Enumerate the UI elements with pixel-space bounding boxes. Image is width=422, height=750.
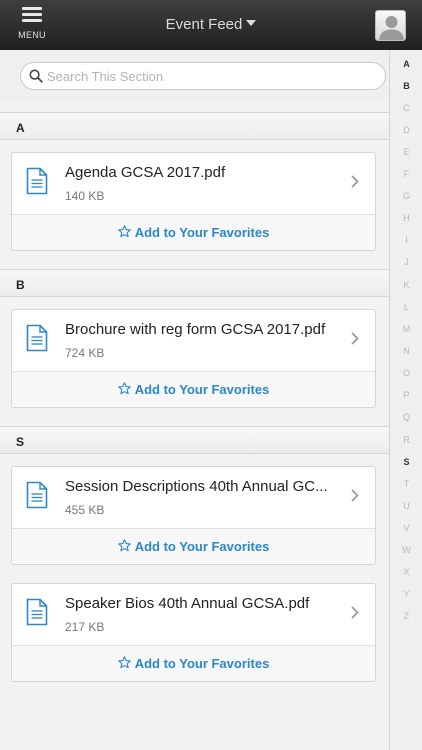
star-outline-icon: [117, 656, 131, 669]
file-row[interactable]: Session Descriptions 40th Annual GC... 4…: [12, 467, 375, 528]
search-area: [0, 50, 389, 100]
index-letter-w[interactable]: W: [390, 545, 422, 555]
index-letter-u[interactable]: U: [390, 501, 422, 511]
section-header-b: B: [0, 269, 389, 297]
file-name: Session Descriptions 40th Annual GC...: [65, 478, 328, 495]
chevron-right-icon: [351, 332, 359, 345]
index-letter-e[interactable]: E: [390, 147, 422, 157]
index-letter-z[interactable]: Z: [390, 611, 422, 621]
add-to-favorites-button[interactable]: Add to Your Favorites: [12, 645, 375, 681]
document-icon: [26, 481, 48, 509]
file-size: 140 KB: [65, 189, 105, 203]
index-letter-c[interactable]: C: [390, 103, 422, 113]
section-header-s: S: [0, 426, 389, 454]
index-letter-m[interactable]: M: [390, 324, 422, 334]
index-letter-y[interactable]: Y: [390, 589, 422, 599]
page-title: Event Feed: [165, 16, 243, 33]
index-letter-l[interactable]: L: [390, 302, 422, 312]
index-letter-d[interactable]: D: [390, 125, 422, 135]
section-header-a: A: [0, 112, 389, 140]
index-letter-n[interactable]: N: [390, 346, 422, 356]
add-to-favorites-label: Add to Your Favorites: [134, 656, 270, 671]
file-size: 455 KB: [65, 503, 105, 517]
add-to-favorites-button[interactable]: Add to Your Favorites: [12, 371, 375, 407]
file-name: Agenda GCSA 2017.pdf: [65, 164, 226, 181]
index-letter-o[interactable]: O: [390, 368, 422, 378]
search-input[interactable]: [47, 67, 367, 85]
file-name: Speaker Bios 40th Annual GCSA.pdf: [65, 595, 310, 612]
event-feed-dropdown[interactable]: Event Feed: [0, 16, 422, 33]
index-letter-s[interactable]: S: [390, 457, 422, 467]
file-name: Brochure with reg form GCSA 2017.pdf: [65, 321, 326, 338]
index-letter-r[interactable]: R: [390, 435, 422, 445]
file-row[interactable]: Speaker Bios 40th Annual GCSA.pdf 217 KB: [12, 584, 375, 645]
star-outline-icon: [117, 539, 131, 552]
index-letter-x[interactable]: X: [390, 567, 422, 577]
chevron-right-icon: [351, 489, 359, 502]
file-size: 724 KB: [65, 346, 105, 360]
index-letter-q[interactable]: Q: [390, 412, 422, 422]
document-icon: [26, 598, 48, 626]
index-letter-k[interactable]: K: [390, 280, 422, 290]
file-card: Agenda GCSA 2017.pdf 140 KB Add to Your …: [11, 152, 376, 251]
file-card: Speaker Bios 40th Annual GCSA.pdf 217 KB…: [11, 583, 376, 682]
index-letter-j[interactable]: J: [390, 257, 422, 267]
user-silhouette-icon: [379, 16, 404, 40]
index-letter-h[interactable]: H: [390, 213, 422, 223]
file-row[interactable]: Brochure with reg form GCSA 2017.pdf 724…: [12, 310, 375, 371]
caret-down-icon: [246, 20, 257, 26]
index-letter-v[interactable]: V: [390, 523, 422, 533]
index-letter-b[interactable]: B: [390, 81, 422, 91]
add-to-favorites-label: Add to Your Favorites: [134, 539, 270, 554]
document-icon: [26, 167, 48, 195]
add-to-favorites-label: Add to Your Favorites: [134, 225, 270, 240]
index-letter-t[interactable]: T: [390, 479, 422, 489]
star-outline-icon: [117, 382, 131, 395]
file-size: 217 KB: [65, 620, 105, 634]
star-outline-icon: [117, 225, 131, 238]
top-bar: MENU Event Feed: [0, 0, 422, 50]
index-letter-g[interactable]: G: [390, 191, 422, 201]
file-row[interactable]: Agenda GCSA 2017.pdf 140 KB: [12, 153, 375, 214]
add-to-favorites-button[interactable]: Add to Your Favorites: [12, 214, 375, 250]
document-icon: [26, 324, 48, 352]
chevron-right-icon: [351, 606, 359, 619]
file-card: Session Descriptions 40th Annual GC... 4…: [11, 466, 376, 565]
avatar[interactable]: [375, 10, 406, 41]
index-letter-f[interactable]: F: [390, 169, 422, 179]
alphabet-index[interactable]: A B C D E F G H I J K L M N O P Q R S T …: [389, 50, 422, 750]
add-to-favorites-label: Add to Your Favorites: [134, 382, 270, 397]
index-letter-i[interactable]: I: [390, 235, 422, 245]
search-icon: [29, 69, 43, 83]
file-card: Brochure with reg form GCSA 2017.pdf 724…: [11, 309, 376, 408]
index-letter-a[interactable]: A: [390, 59, 422, 69]
search-box[interactable]: [20, 62, 386, 90]
index-letter-p[interactable]: P: [390, 390, 422, 400]
chevron-right-icon: [351, 175, 359, 188]
add-to-favorites-button[interactable]: Add to Your Favorites: [12, 528, 375, 564]
